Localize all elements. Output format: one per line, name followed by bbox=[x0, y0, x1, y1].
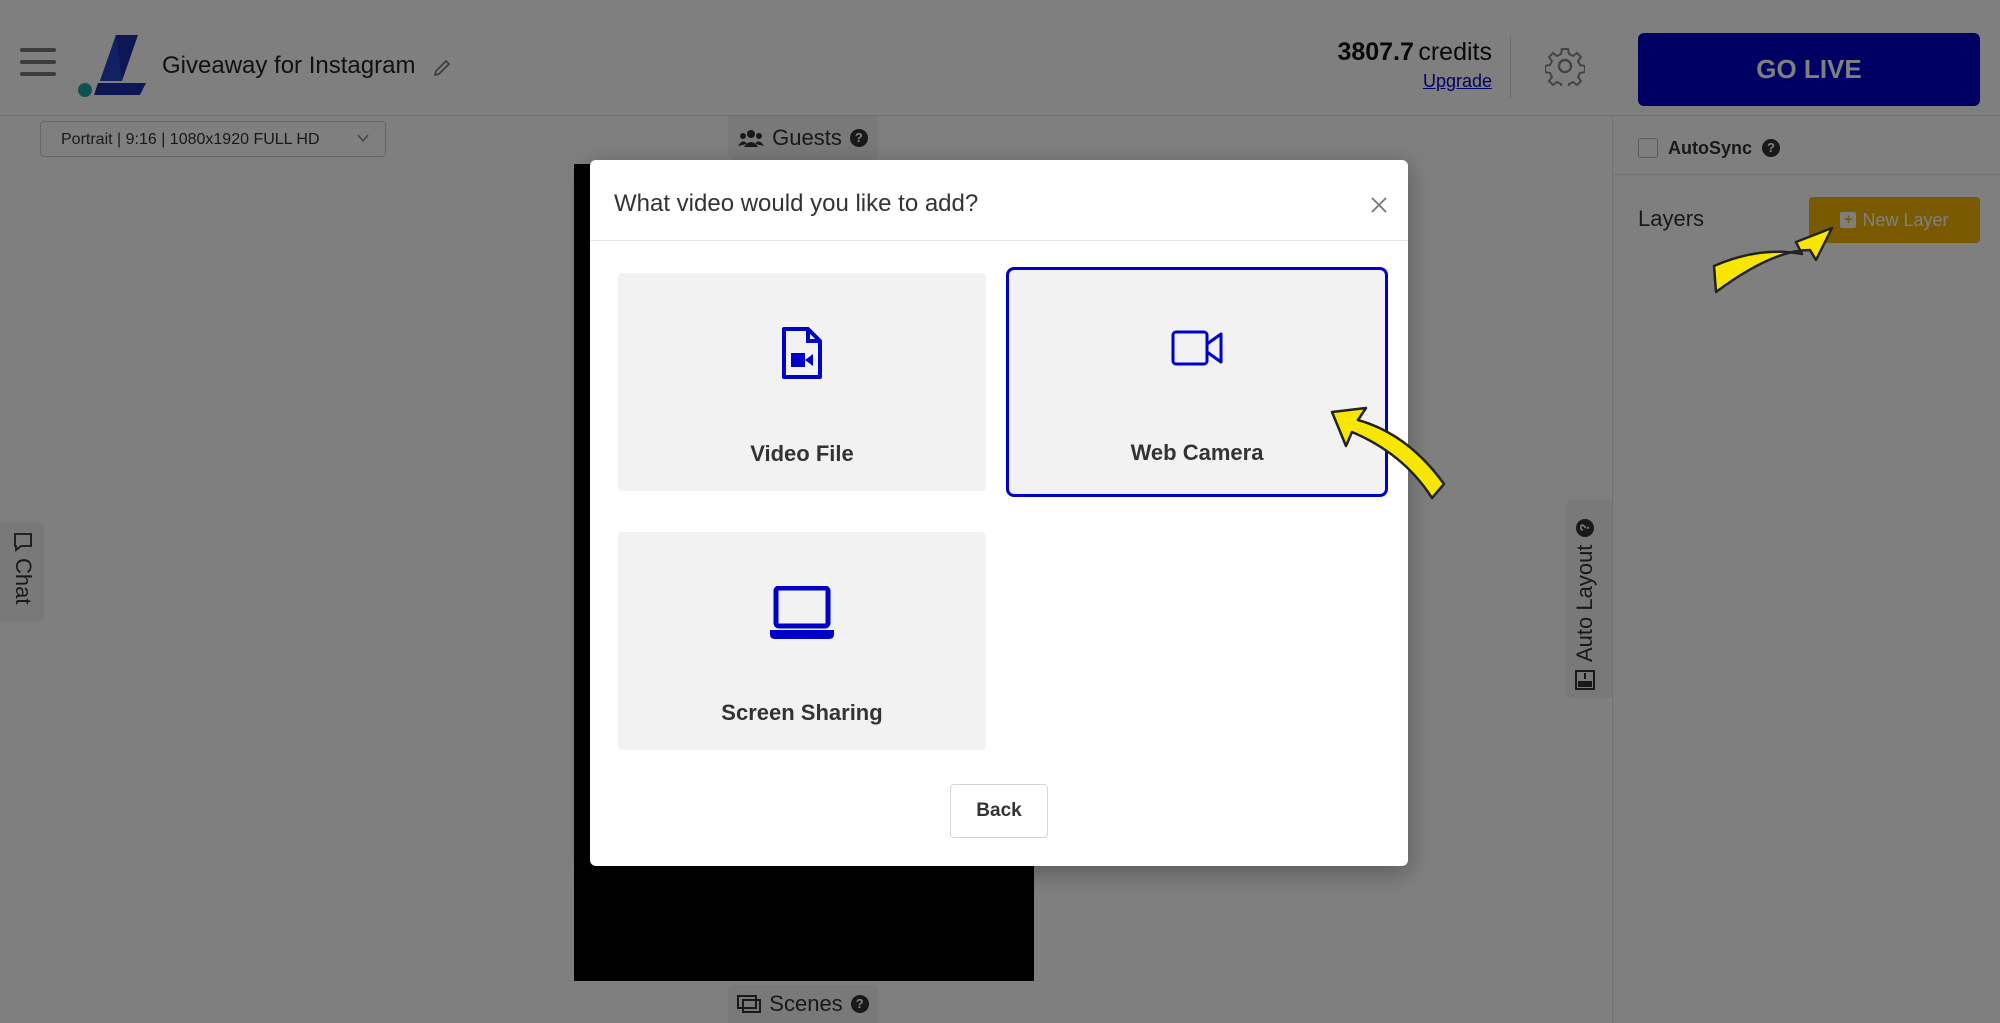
back-button[interactable]: Back bbox=[950, 784, 1048, 838]
add-video-dialog: What video would you like to add? Video … bbox=[590, 160, 1408, 866]
laptop-icon bbox=[770, 586, 834, 639]
option-video-file[interactable]: Video File bbox=[618, 273, 986, 491]
video-camera-icon bbox=[1171, 330, 1223, 366]
option-label: Screen Sharing bbox=[721, 700, 883, 725]
close-icon[interactable] bbox=[1368, 194, 1390, 216]
dialog-divider bbox=[590, 240, 1408, 241]
option-screen-sharing[interactable]: Screen Sharing bbox=[618, 532, 986, 750]
dialog-title: What video would you like to add? bbox=[614, 190, 979, 217]
annotation-arrow-icon bbox=[1330, 406, 1446, 500]
video-file-icon bbox=[782, 327, 822, 379]
option-label: Video File bbox=[750, 441, 854, 466]
annotation-arrow-icon bbox=[1712, 226, 1834, 294]
